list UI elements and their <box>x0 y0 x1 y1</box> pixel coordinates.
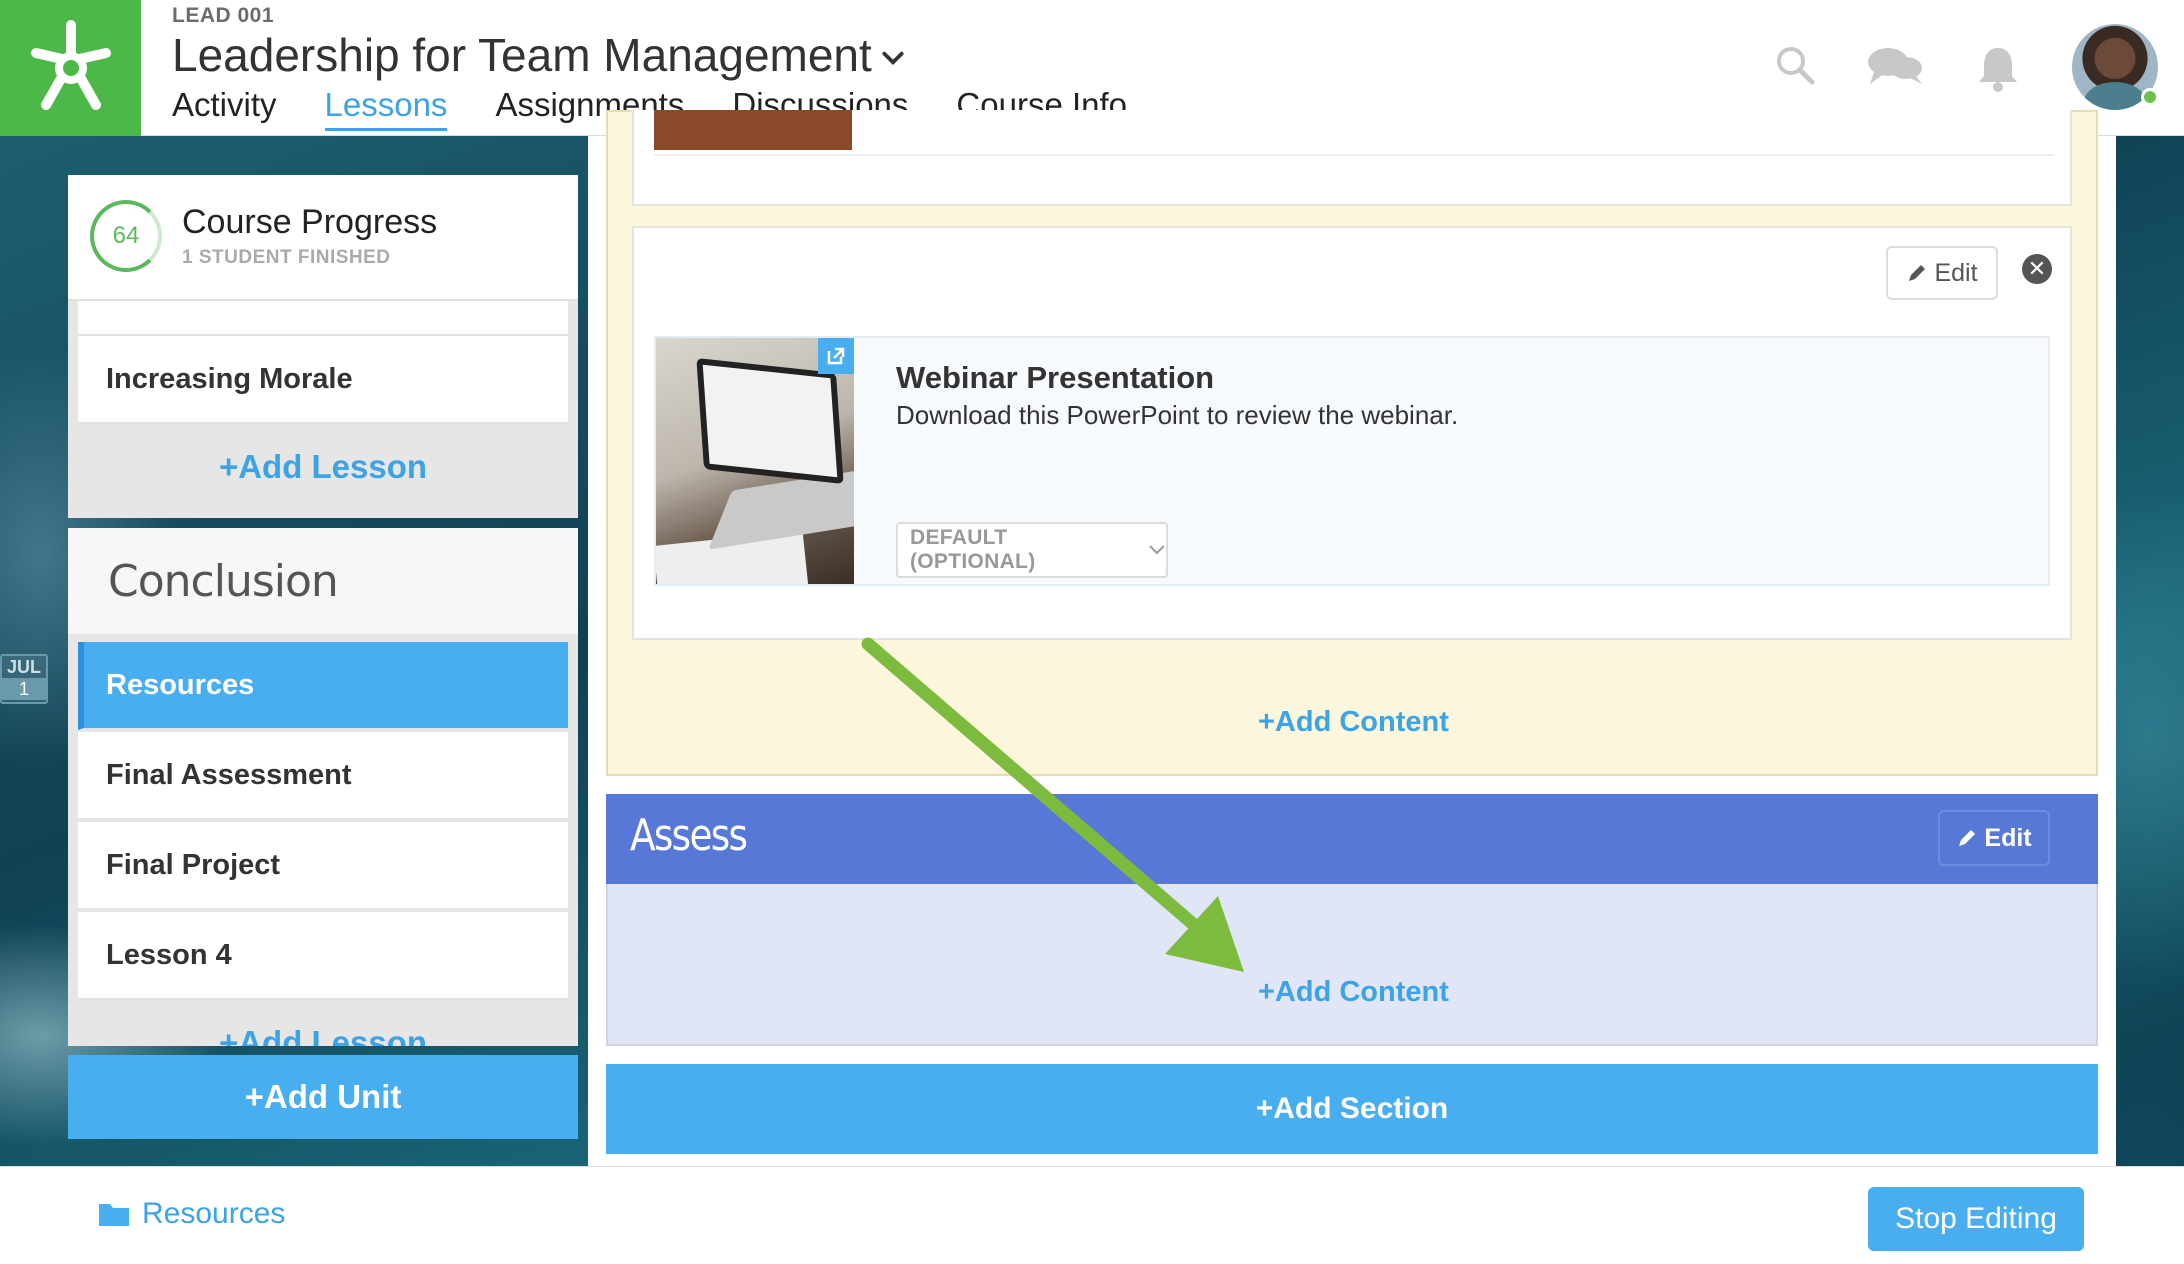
add-section-button[interactable]: +Add Section <box>606 1064 2098 1154</box>
add-lesson-button[interactable]: +Add Lesson <box>78 448 568 486</box>
edit-content-button[interactable]: Edit <box>1886 246 1998 300</box>
resources-link-label: Resources <box>142 1197 286 1230</box>
calendar-day: 1 <box>2 678 46 700</box>
online-status-dot <box>2141 88 2159 106</box>
edit-section-button[interactable]: Edit <box>1938 810 2050 866</box>
requirement-select[interactable]: DEFAULT (OPTIONAL) <box>896 522 1168 578</box>
remove-content-button[interactable]: ✕ <box>2022 254 2052 284</box>
lesson-item[interactable]: Final Assessment <box>78 732 568 820</box>
lesson-item[interactable]: Lesson 4 <box>78 912 568 1000</box>
add-content-button[interactable]: +Add Content <box>1258 706 1449 739</box>
folder-icon <box>99 1204 129 1226</box>
section-title: Assess <box>630 810 748 861</box>
bell-icon[interactable] <box>1976 44 2020 92</box>
add-lesson-button[interactable]: +Add Lesson <box>78 1024 568 1046</box>
content-title[interactable]: Webinar Presentation <box>896 360 1214 396</box>
content-card: Edit ✕ Webinar Presentation Download thi… <box>632 226 2072 640</box>
content-description: Download this PowerPoint to review the w… <box>896 400 1459 430</box>
lesson-item[interactable]: Final Project <box>78 822 568 910</box>
course-title: Leadership for Team Management <box>172 29 872 81</box>
lesson-item[interactable]: Increasing Morale <box>78 336 568 424</box>
unit-box: Conclusion Resources Final Assessment Fi… <box>68 528 578 1046</box>
unit-box: Increasing Morale +Add Lesson <box>68 280 578 518</box>
content-thumbnail[interactable] <box>656 338 854 584</box>
course-title-dropdown[interactable]: Leadership for Team Management <box>172 28 906 82</box>
logo[interactable] <box>0 0 141 136</box>
pencil-icon <box>1959 830 1976 846</box>
add-unit-button[interactable]: +Add Unit <box>68 1055 578 1139</box>
progress-subtitle: 1 STUDENT FINISHED <box>182 247 391 268</box>
content-item: Webinar Presentation Download this Power… <box>654 336 2050 586</box>
progress-value: 64 <box>112 222 140 249</box>
calendar-month: JUL <box>6 657 41 677</box>
stop-editing-button[interactable]: Stop Editing <box>1868 1187 2084 1251</box>
calendar-badge[interactable]: JUL 1 <box>0 654 48 704</box>
content-card-previous <box>632 110 2072 206</box>
chevron-down-icon <box>1149 545 1165 555</box>
edit-label: Edit <box>1984 823 2032 852</box>
course-code: LEAD 001 <box>172 4 275 27</box>
section-body <box>606 884 2098 1046</box>
tab-lessons[interactable]: Lessons <box>324 86 448 131</box>
search-icon[interactable] <box>1774 44 1816 86</box>
course-progress-card[interactable]: 64 Course Progress 1 STUDENT FINISHED <box>68 175 578 301</box>
lesson-item-active[interactable]: Resources <box>78 642 568 730</box>
resources-link[interactable]: Resources <box>98 1197 285 1231</box>
close-icon: ✕ <box>2027 256 2047 281</box>
logo-icon <box>30 20 111 110</box>
footer-bar: Resources Stop Editing <box>0 1166 2184 1264</box>
progress-title: Course Progress <box>182 203 438 241</box>
external-link-icon[interactable] <box>818 338 854 374</box>
pencil-icon <box>1909 265 1926 281</box>
unit-title[interactable]: Conclusion <box>68 528 578 634</box>
edit-label: Edit <box>1934 258 1978 287</box>
tab-activity[interactable]: Activity <box>172 86 277 131</box>
chevron-down-icon <box>882 51 904 66</box>
add-content-button[interactable]: +Add Content <box>1258 976 1449 1009</box>
section-header: Assess Edit <box>606 794 2098 884</box>
requirement-select-value: DEFAULT (OPTIONAL) <box>910 526 1036 573</box>
progress-ring: 64 <box>90 200 162 272</box>
chat-icon[interactable] <box>1866 44 1926 88</box>
